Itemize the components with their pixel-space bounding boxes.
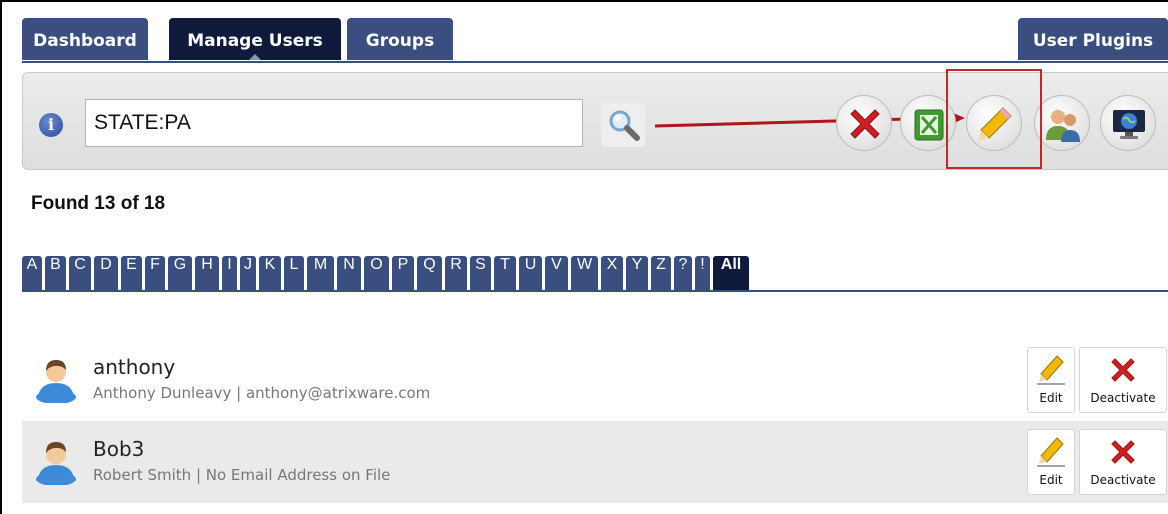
magnifier-icon: [609, 110, 640, 141]
edit-user-button[interactable]: Edit: [1027, 429, 1075, 495]
globe-monitor-icon: [1113, 110, 1145, 139]
users-group-icon: [1046, 110, 1080, 142]
deactivate-label: Deactivate: [1090, 391, 1156, 405]
letter-filter-x[interactable]: X: [601, 256, 623, 290]
edit-label: Edit: [1039, 473, 1063, 487]
letter-filter-f[interactable]: F: [145, 256, 165, 290]
search-input[interactable]: [85, 99, 583, 147]
letter-filter-w[interactable]: W: [571, 256, 598, 290]
letter-filter-p[interactable]: P: [392, 256, 414, 290]
letter-filter-i[interactable]: I: [222, 256, 237, 290]
user-avatar-icon: [36, 360, 76, 403]
deactivate-user-button[interactable]: Deactivate: [1079, 429, 1167, 495]
tab-manage-users[interactable]: Manage Users: [169, 18, 341, 60]
info-icon[interactable]: i: [39, 113, 63, 137]
deactivate-label: Deactivate: [1090, 473, 1156, 487]
window-frame-top: [0, 0, 1168, 2]
user-avatar-icon: [36, 442, 76, 485]
deactivate-x-icon: [1111, 440, 1135, 464]
letter-filter-l[interactable]: L: [284, 256, 304, 290]
window-frame-left: [0, 0, 2, 514]
pencil-edit-icon: [1037, 355, 1065, 385]
tab-underline: [22, 61, 1168, 63]
export-spreadsheet-button[interactable]: [900, 95, 956, 151]
letter-filter-t[interactable]: T: [494, 256, 516, 290]
letter-filter-e[interactable]: E: [121, 256, 142, 290]
letter-filter-d[interactable]: D: [94, 256, 118, 290]
user-username[interactable]: Bob3: [93, 437, 144, 461]
letter-filter-z[interactable]: Z: [651, 256, 671, 290]
pencil-edit-icon: [979, 107, 1012, 140]
letter-filter-v[interactable]: V: [545, 256, 568, 290]
user-username[interactable]: anthony: [93, 355, 175, 379]
letter-filter-question[interactable]: ?: [674, 256, 692, 290]
search-button[interactable]: [601, 103, 645, 147]
letter-filter-g[interactable]: G: [168, 256, 192, 290]
letter-filter-r[interactable]: R: [445, 256, 467, 290]
letter-filter-j[interactable]: J: [240, 256, 256, 290]
deactivate-x-icon: [1111, 358, 1135, 382]
user-row-anthony: anthony Anthony Dunleavy | anthony@atrix…: [22, 339, 1168, 421]
letter-filter-q[interactable]: Q: [417, 256, 442, 290]
letter-filter-y[interactable]: Y: [626, 256, 648, 290]
letter-filter-b[interactable]: B: [45, 256, 66, 290]
letter-filter-k[interactable]: K: [259, 256, 281, 290]
results-count: Found 13 of 18: [31, 193, 166, 214]
letter-filter-h[interactable]: H: [195, 256, 219, 290]
user-details: Anthony Dunleavy | anthony@atrixware.com: [93, 384, 431, 402]
pencil-edit-icon: [1037, 437, 1065, 467]
edit-user-button[interactable]: Edit: [1027, 347, 1075, 413]
letter-filter-m[interactable]: M: [307, 256, 334, 290]
letter-filter-n[interactable]: N: [337, 256, 361, 290]
tab-dashboard[interactable]: Dashboard: [22, 18, 148, 60]
letter-filter-a[interactable]: A: [22, 256, 42, 290]
letter-filter-u[interactable]: U: [519, 256, 542, 290]
edit-label: Edit: [1039, 391, 1063, 405]
delete-button[interactable]: [836, 95, 892, 151]
deactivate-user-button[interactable]: Deactivate: [1079, 347, 1167, 413]
user-row-bob3: Bob3 Robert Smith | No Email Address on …: [22, 421, 1168, 503]
user-groups-button[interactable]: [1034, 95, 1090, 151]
delete-x-icon: [850, 109, 880, 139]
letter-filter-o[interactable]: O: [364, 256, 389, 290]
letter-filter-s[interactable]: S: [470, 256, 491, 290]
letter-filter-underline: [22, 290, 1168, 292]
user-details: Robert Smith | No Email Address on File: [93, 466, 391, 484]
web-monitor-button[interactable]: [1100, 95, 1156, 151]
edit-button[interactable]: [966, 95, 1022, 151]
tab-groups[interactable]: Groups: [347, 18, 453, 60]
letter-filter-c[interactable]: C: [69, 256, 91, 290]
letter-filter-all[interactable]: All: [713, 256, 749, 290]
letter-filter-exclamation[interactable]: !: [695, 256, 710, 290]
spreadsheet-export-icon: [914, 109, 944, 141]
tab-user-plugins[interactable]: User Plugins: [1018, 18, 1168, 60]
